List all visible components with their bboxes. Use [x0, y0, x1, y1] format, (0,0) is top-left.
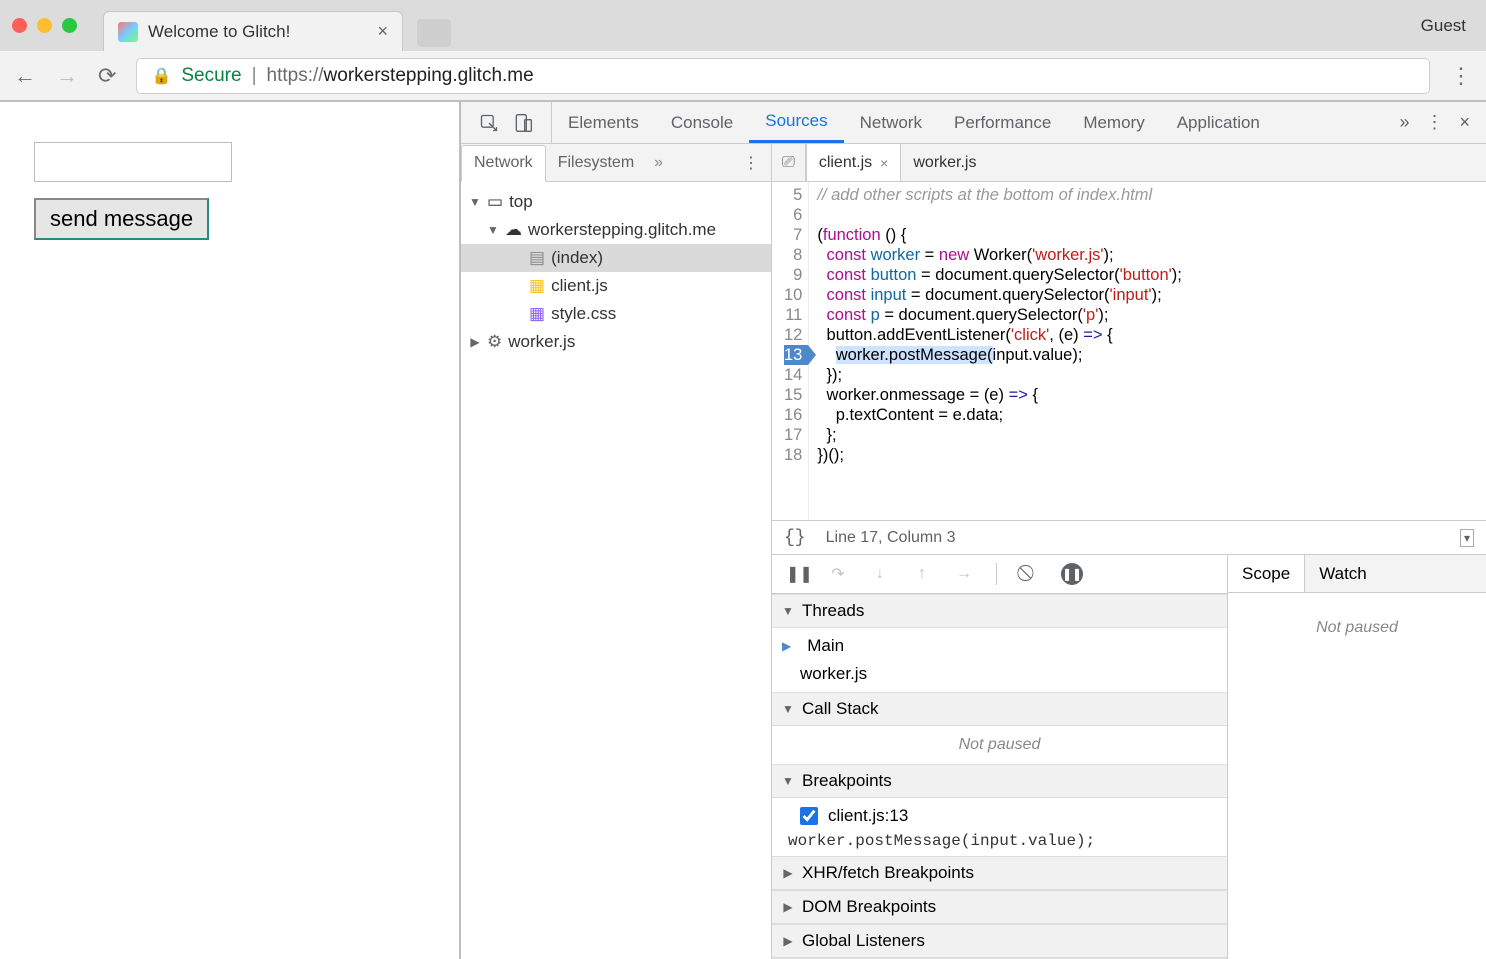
breakpoint-checkbox[interactable] — [800, 807, 818, 825]
cursor-position: Line 17, Column 3 — [826, 529, 956, 547]
navigator-tab-network[interactable]: Network — [461, 145, 546, 182]
section-dom[interactable]: DOM Breakpoints — [772, 890, 1227, 924]
back-icon[interactable]: ← — [14, 63, 36, 89]
devtools-tab-elements[interactable]: Elements — [552, 102, 655, 143]
navigator-tab-filesystem[interactable]: Filesystem — [546, 144, 646, 181]
navigator-menu-icon[interactable]: ⋮ — [731, 153, 771, 173]
tree-worker[interactable]: ⚙worker.js — [461, 328, 771, 356]
url-host: workerstepping.glitch.me — [324, 65, 534, 86]
browser-chrome: Welcome to Glitch! × Guest ← → ⟳ 🔒 Secur… — [0, 0, 1486, 102]
menu-icon[interactable]: ⋮ — [1450, 63, 1472, 89]
close-tab-icon[interactable]: × — [880, 155, 888, 171]
message-input[interactable] — [34, 142, 232, 182]
tab-title: Welcome to Glitch! — [148, 22, 367, 42]
step-icon: → — [954, 565, 974, 583]
devtools-tabs: ElementsConsoleSourcesNetworkPerformance… — [461, 102, 1486, 144]
forward-icon: → — [56, 63, 78, 89]
debug-controls: ❚❚ ↷ ↓ ↑ → ⃠ ❚❚ — [772, 555, 1227, 594]
css-file-icon: ▦ — [529, 304, 545, 324]
more-navigator-icon[interactable]: » — [646, 154, 671, 172]
devtools-tab-console[interactable]: Console — [655, 102, 749, 143]
send-message-button[interactable]: send message — [34, 198, 209, 240]
page-content: send message — [0, 102, 460, 959]
step-over-icon: ↷ — [828, 564, 848, 584]
secure-label: Secure — [181, 65, 241, 87]
section-xhr[interactable]: XHR/fetch Breakpoints — [772, 856, 1227, 890]
section-callstack[interactable]: Call Stack — [772, 692, 1227, 726]
devtools-tab-network[interactable]: Network — [844, 102, 938, 143]
scope-tab[interactable]: Scope — [1228, 555, 1305, 592]
window-icon: ▭ — [487, 192, 503, 212]
devtools-tab-sources[interactable]: Sources — [749, 102, 843, 143]
tree-top[interactable]: ▭top — [461, 188, 771, 216]
profile-label[interactable]: Guest — [1421, 16, 1486, 36]
favicon-icon — [118, 22, 138, 42]
maximize-window-icon[interactable] — [62, 18, 77, 33]
toggle-navigator-icon[interactable]: ⎚ — [772, 144, 806, 181]
tree-file-client[interactable]: ▦client.js — [461, 272, 771, 300]
devtools-tab-application[interactable]: Application — [1161, 102, 1276, 143]
thread-main[interactable]: Main — [772, 632, 1227, 660]
editor-tab-client[interactable]: client.js× — [806, 144, 902, 181]
url-scheme: https:// — [267, 65, 324, 86]
js-file-icon: ▦ — [529, 276, 545, 296]
format-icon[interactable]: {} — [784, 528, 806, 548]
gear-icon: ⚙ — [487, 332, 502, 352]
file-tree: ▭top ☁workerstepping.glitch.me ▤(index) … — [461, 182, 771, 959]
thread-worker[interactable]: worker.js — [772, 660, 1227, 688]
breakpoint-code: worker.postMessage(input.value); — [772, 830, 1227, 852]
file-icon: ▤ — [529, 248, 545, 268]
window-controls — [12, 18, 77, 33]
sidebar-toggle-icon[interactable]: ▾ — [1460, 529, 1474, 547]
address-bar[interactable]: 🔒 Secure | https://workerstepping.glitch… — [136, 58, 1430, 94]
pause-exceptions-icon[interactable]: ❚❚ — [1061, 563, 1083, 585]
section-threads[interactable]: Threads — [772, 594, 1227, 628]
watch-tab[interactable]: Watch — [1305, 555, 1381, 592]
new-tab-button[interactable] — [417, 19, 451, 47]
breakpoint-item[interactable]: client.js:13 — [772, 802, 1227, 830]
section-breakpoints[interactable]: Breakpoints — [772, 764, 1227, 798]
tree-domain[interactable]: ☁workerstepping.glitch.me — [461, 216, 771, 244]
devtools-panel: ElementsConsoleSourcesNetworkPerformance… — [460, 102, 1486, 959]
device-icon[interactable] — [513, 113, 533, 133]
code-editor[interactable]: 56789101112131415161718 // add other scr… — [772, 182, 1486, 520]
tree-file-style[interactable]: ▦style.css — [461, 300, 771, 328]
devtools-tab-memory[interactable]: Memory — [1067, 102, 1160, 143]
pause-icon[interactable]: ❚❚ — [786, 564, 806, 584]
browser-tab[interactable]: Welcome to Glitch! × — [103, 11, 403, 51]
reload-icon[interactable]: ⟳ — [98, 63, 116, 89]
section-global[interactable]: Global Listeners — [772, 924, 1227, 958]
close-window-icon[interactable] — [12, 18, 27, 33]
cloud-icon: ☁ — [505, 220, 522, 240]
deactivate-breakpoints-icon[interactable]: ⃠ — [1019, 565, 1039, 583]
scope-notpaused: Not paused — [1306, 609, 1408, 647]
minimize-window-icon[interactable] — [37, 18, 52, 33]
tab-close-icon[interactable]: × — [377, 21, 388, 42]
step-out-icon: ↑ — [912, 565, 932, 583]
inspect-icon[interactable] — [479, 113, 499, 133]
lock-icon: 🔒 — [151, 66, 171, 86]
devtools-menu-icon[interactable]: ⋮ — [1425, 112, 1443, 133]
devtools-tab-performance[interactable]: Performance — [938, 102, 1067, 143]
more-tabs-icon[interactable]: » — [1399, 112, 1409, 133]
editor-tab-worker[interactable]: worker.js — [901, 144, 988, 181]
devtools-close-icon[interactable]: × — [1459, 112, 1470, 133]
tree-file-index[interactable]: ▤(index) — [461, 244, 771, 272]
step-into-icon: ↓ — [870, 565, 890, 583]
callstack-notpaused: Not paused — [772, 726, 1227, 764]
